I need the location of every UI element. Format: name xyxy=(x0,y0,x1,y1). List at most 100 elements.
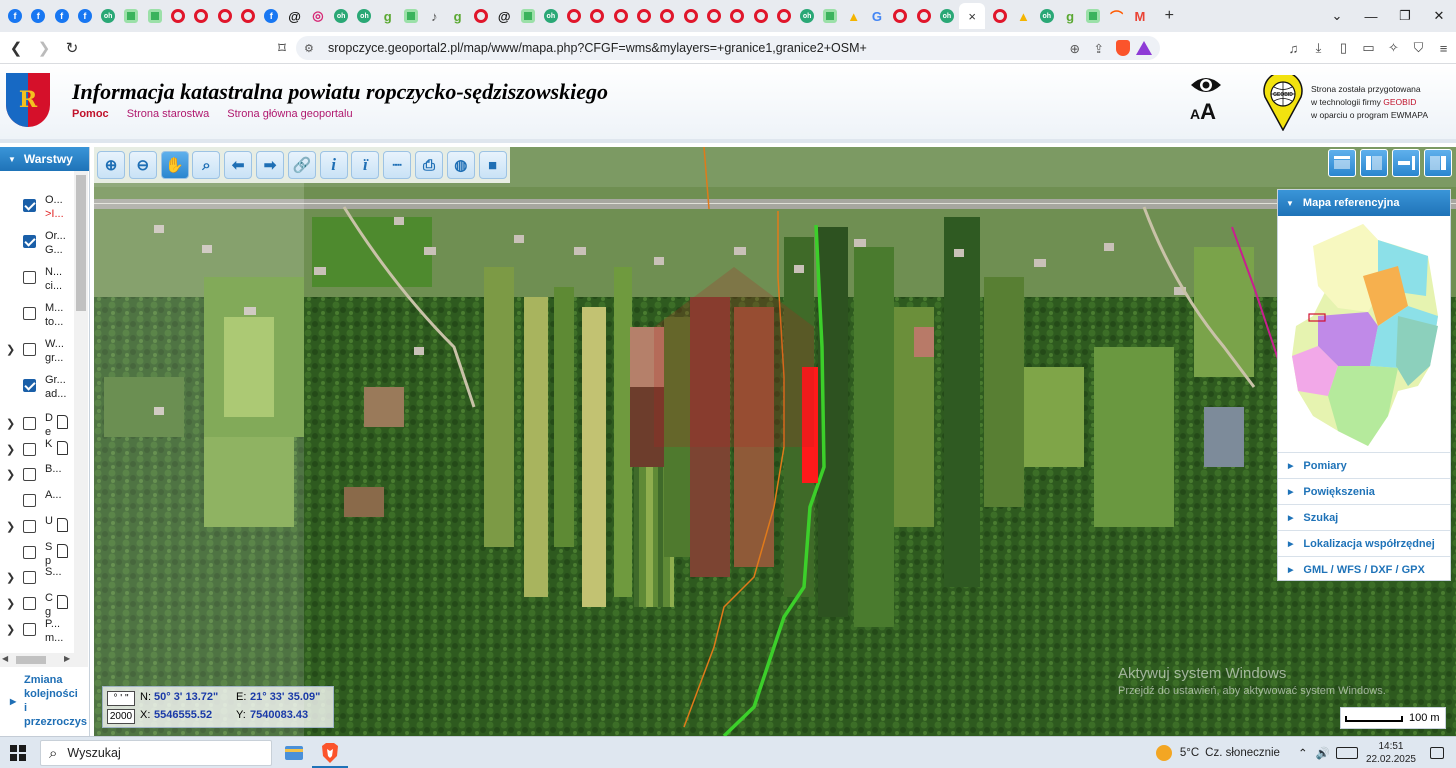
chevron-right-icon[interactable]: ❯ xyxy=(6,343,15,356)
tab-opera-ring[interactable] xyxy=(237,5,259,27)
brave-rewards-icon[interactable] xyxy=(1136,41,1152,55)
layer-item[interactable]: Gr... ad... xyxy=(0,373,74,403)
document-icon[interactable] xyxy=(57,594,68,609)
tab-opera-ring[interactable] xyxy=(889,5,911,27)
layers-vertical-scrollbar[interactable] xyxy=(74,171,88,667)
layer-item[interactable]: M... to... xyxy=(0,301,74,331)
site-settings-icon[interactable]: ⚙ xyxy=(304,42,320,55)
layer-item[interactable]: ❯ P... m... xyxy=(0,617,74,647)
layer-item[interactable]: Or... G... xyxy=(0,229,74,259)
file-explorer-icon[interactable] xyxy=(282,741,306,765)
layer-order-link[interactable]: ▶ Zmiana kolejności i przezroczys xyxy=(10,673,87,729)
chevron-right-icon[interactable]: ❯ xyxy=(6,417,15,430)
tab-facebook[interactable]: f xyxy=(27,5,49,27)
brave-shields-icon[interactable] xyxy=(1116,40,1130,56)
chevron-right-icon[interactable]: ❯ xyxy=(6,520,15,533)
tab-opera-ring[interactable] xyxy=(726,5,748,27)
chevron-up-icon[interactable]: ⌃ xyxy=(1298,746,1308,760)
view-right-panel-button[interactable] xyxy=(1424,149,1452,177)
tab-opera-ring[interactable] xyxy=(190,5,212,27)
zoom-extent-button[interactable]: ⌕ xyxy=(192,151,221,179)
globe-button[interactable]: ◍ xyxy=(446,151,475,179)
layer-checkbox[interactable] xyxy=(23,271,36,284)
dms-format-button[interactable]: ° ' " xyxy=(107,691,135,706)
download-icon[interactable]: ⤓ xyxy=(1307,40,1331,56)
layers-panel-header[interactable]: ▼ Warstwy xyxy=(0,147,89,171)
geoportal-home-link[interactable]: Strona główna geoportalu xyxy=(227,108,352,120)
layer-checkbox[interactable] xyxy=(23,545,36,559)
tab-green-square[interactable] xyxy=(144,5,166,27)
layer-item[interactable]: O... >I... xyxy=(0,193,74,223)
chevron-right-icon[interactable]: ❯ xyxy=(6,468,15,481)
forward-button[interactable]: ➡ xyxy=(255,151,284,179)
notifications-icon[interactable] xyxy=(1430,747,1444,759)
close-window-button[interactable]: ✕ xyxy=(1422,0,1456,32)
reference-map-header[interactable]: ▼ Mapa referencyjna xyxy=(1278,190,1450,216)
tab-gratka[interactable]: g xyxy=(377,5,399,27)
tab-green-square[interactable] xyxy=(120,5,142,27)
scroll-thumb-horizontal[interactable] xyxy=(16,656,46,664)
document-icon[interactable] xyxy=(57,517,68,532)
tab-opera-ring[interactable] xyxy=(703,5,725,27)
tab-otodom[interactable]: oh xyxy=(330,5,352,27)
tab-facebook[interactable]: f xyxy=(74,5,96,27)
brave-browser-icon[interactable] xyxy=(318,741,342,765)
tab-google[interactable]: G xyxy=(866,5,888,27)
print-button[interactable]: ⎙ xyxy=(414,151,443,179)
tab-instagram[interactable]: ◎ xyxy=(307,5,329,27)
layer-checkbox[interactable] xyxy=(23,596,36,610)
tab-opera-ring[interactable] xyxy=(913,5,935,27)
tab-opera-ring[interactable] xyxy=(989,5,1011,27)
tab-allegro[interactable]: ⌒ xyxy=(1106,5,1128,27)
reload-button[interactable]: ↻ xyxy=(60,36,84,60)
forward-nav-button[interactable]: ❯ xyxy=(32,36,56,60)
tab-threads[interactable]: @ xyxy=(284,5,306,27)
url-bar[interactable]: ⚙ sropczyce.geoportal2.pl/map/www/mapa.p… xyxy=(296,36,1160,60)
layer-checkbox[interactable] xyxy=(23,571,36,585)
accordion-measurements[interactable]: ▶ Pomiary xyxy=(1278,452,1450,478)
pan-button[interactable]: ✋ xyxy=(160,151,189,179)
layer-checkbox[interactable] xyxy=(23,494,36,508)
bookmark-button[interactable]: ⌑ xyxy=(270,36,294,60)
menu-icon[interactable]: ≡ xyxy=(1432,41,1456,56)
tab-google-drive[interactable]: ▲ xyxy=(843,5,865,27)
help-link[interactable]: Pomoc xyxy=(72,108,109,120)
tab-opera-ring[interactable] xyxy=(656,5,678,27)
scroll-left-icon[interactable]: ◀ xyxy=(2,654,8,663)
layer-checkbox[interactable] xyxy=(23,442,36,456)
tab-threads[interactable]: @ xyxy=(493,5,515,27)
tab-audio[interactable]: ♪ xyxy=(423,5,445,27)
tab-opera-ring[interactable] xyxy=(773,5,795,27)
layer-checkbox[interactable] xyxy=(23,379,36,392)
link-button[interactable]: 🔗 xyxy=(287,151,316,179)
wallet-icon[interactable]: ▭ xyxy=(1357,40,1381,56)
tab-otodom[interactable]: oh xyxy=(353,5,375,27)
layer-checkbox[interactable] xyxy=(23,235,36,248)
tab-green-square[interactable] xyxy=(517,5,539,27)
tab-google-drive[interactable]: ▲ xyxy=(1012,5,1034,27)
geobid-brand-link[interactable]: GEOBID xyxy=(1383,97,1416,107)
view-top-button[interactable] xyxy=(1328,149,1356,177)
accordion-coordinate-location[interactable]: ▶ Lokalizacja współrzędnej xyxy=(1278,530,1450,556)
accordion-zooms[interactable]: ▶ Powiększenia xyxy=(1278,478,1450,504)
chevron-right-icon[interactable]: ❯ xyxy=(6,623,15,636)
font-size-toggle[interactable]: AA xyxy=(1190,99,1216,125)
layer-checkbox[interactable] xyxy=(23,519,36,533)
share-icon[interactable]: ⇪ xyxy=(1094,41,1104,56)
tab-gratka[interactable]: g xyxy=(1059,5,1081,27)
tab-gratka[interactable]: g xyxy=(447,5,469,27)
tab-search-button[interactable]: ⌄ xyxy=(1320,0,1354,32)
layer-checkbox[interactable] xyxy=(23,468,36,482)
starostwo-link[interactable]: Strona starostwa xyxy=(127,108,210,120)
tab-green-square[interactable] xyxy=(400,5,422,27)
tab-opera-ring[interactable] xyxy=(633,5,655,27)
tab-facebook[interactable]: f xyxy=(260,5,282,27)
layer-checkbox[interactable] xyxy=(23,199,36,212)
new-tab-button[interactable]: + xyxy=(1158,5,1180,27)
windows-start-button[interactable] xyxy=(10,745,26,761)
chevron-right-icon[interactable]: ❯ xyxy=(6,597,15,610)
sidebar-icon[interactable]: ▯ xyxy=(1332,40,1356,56)
eye-icon[interactable] xyxy=(1190,75,1222,95)
leo-icon[interactable]: ✧ xyxy=(1382,40,1406,56)
map-view[interactable]: ⊕ ⊖ ✋ ⌕ ⬅ ➡ 🔗 i ï ┈ ⎙ ◍ ■ ▼ Mapa referencyjna ▶ Pomi xyxy=(94,147,1456,736)
